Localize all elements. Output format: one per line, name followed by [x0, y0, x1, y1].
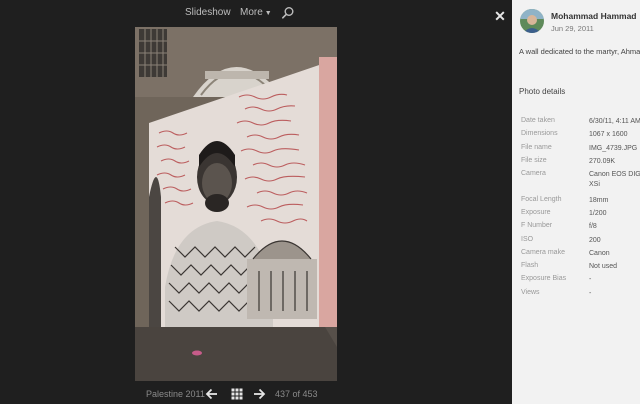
detail-value: - — [589, 276, 592, 284]
detail-label: Exposure — [521, 208, 551, 216]
detail-row-exposure: Exposure 1/200 — [521, 209, 640, 222]
detail-label: F Number — [521, 222, 553, 230]
detail-value: 6/30/11, 4:11 AM — [589, 118, 640, 125]
arrow-right-icon[interactable] — [252, 387, 266, 401]
author-name[interactable]: Mohammad Hammad — [551, 11, 637, 21]
detail-label: Exposure Bias — [521, 275, 567, 283]
detail-value: 270.09K — [589, 157, 616, 165]
detail-row-camera-make: Camera make Canon — [521, 249, 640, 262]
photo-viewer: Slideshow More ▼ ✕ Palestine 2011 437 of… — [0, 0, 512, 404]
detail-row-focal-length: Focal Length 18mm — [521, 196, 640, 209]
viewer-toolbar: Slideshow More ▼ ✕ — [0, 5, 512, 23]
photo-mural-svg — [135, 27, 337, 381]
detail-value: IMG_4739.JPG — [589, 144, 638, 152]
avatar[interactable] — [520, 9, 544, 33]
album-link[interactable]: Palestine 2011 — [146, 389, 205, 399]
detail-value: - — [589, 289, 592, 297]
detail-row-iso: ISO 200 — [521, 236, 640, 249]
detail-label: Flash — [521, 262, 539, 270]
slideshow-button[interactable]: Slideshow — [185, 7, 231, 18]
detail-label: Camera make — [521, 248, 565, 256]
detail-label: File name — [521, 143, 552, 151]
detail-label: Dimensions — [521, 130, 558, 138]
detail-label: Camera — [521, 170, 546, 178]
photo-counter: 437 of 453 — [275, 389, 318, 399]
detail-value: Canon — [589, 249, 610, 257]
detail-label: ISO — [521, 235, 534, 243]
detail-value: Canon EOS DIGITAL REBELXSi — [589, 171, 640, 189]
detail-value: f/8 — [589, 223, 597, 231]
detail-row-views: Views - — [521, 289, 640, 302]
detail-row-file-size: File size 270.09K — [521, 157, 640, 170]
detail-row-dimensions: Dimensions 1067 x 1600 — [521, 130, 640, 143]
detail-value: Not used — [589, 263, 618, 271]
upload-date: Jun 29, 2011 — [551, 24, 594, 33]
close-icon[interactable]: ✕ — [493, 9, 507, 23]
arrow-left-icon[interactable] — [205, 387, 219, 401]
grid-icon[interactable] — [230, 387, 244, 401]
details-heading: Photo details — [519, 87, 566, 96]
viewer-footer: Palestine 2011 437 of 453 — [0, 387, 512, 403]
detail-label: Date taken — [521, 117, 555, 124]
detail-row-flash: Flash Not used — [521, 262, 640, 275]
detail-label: Views — [521, 288, 540, 296]
detail-row-f-number: F Number f/8 — [521, 222, 640, 235]
detail-value: 1/200 — [589, 209, 607, 217]
detail-value: 18mm — [589, 196, 609, 204]
more-menu-button[interactable]: More ▼ — [240, 7, 272, 18]
detail-value: 1067 x 1600 — [589, 131, 628, 139]
detail-row-camera: Camera Canon EOS DIGITAL REBELXSi — [521, 170, 640, 196]
more-label: More — [240, 7, 263, 18]
photo-image[interactable] — [135, 27, 337, 381]
detail-label: Focal Length — [521, 195, 562, 203]
photo-details-list: Date taken 6/30/11, 4:11 AM Dimensions 1… — [521, 117, 640, 302]
detail-row-file-name: File name IMG_4739.JPG — [521, 144, 640, 157]
detail-label: File size — [521, 156, 547, 164]
detail-row-date-taken: Date taken 6/30/11, 4:11 AM — [521, 117, 640, 130]
detail-value: 200 — [589, 236, 601, 244]
search-icon[interactable] — [281, 6, 295, 20]
info-sidebar: Mohammad Hammad Jun 29, 2011 A wall dedi… — [512, 0, 640, 404]
detail-row-exposure-bias: Exposure Bias - — [521, 275, 640, 288]
photo-caption: A wall dedicated to the martyr, Ahmad — [519, 47, 640, 56]
chevron-down-icon: ▼ — [264, 10, 272, 17]
